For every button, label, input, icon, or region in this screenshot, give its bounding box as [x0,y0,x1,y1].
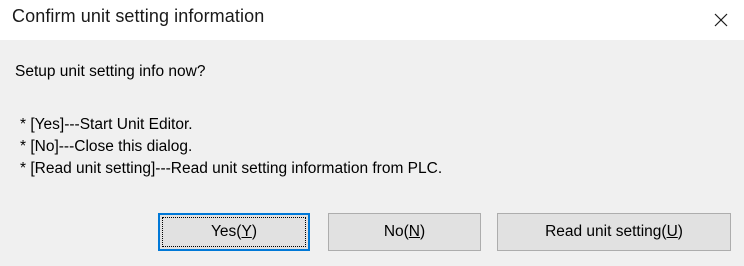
close-icon [713,12,729,28]
title-bar[interactable]: Confirm unit setting information [0,0,744,40]
read-unit-setting-button-label: Read unit setting(U) [545,223,683,240]
hint-yes: * [Yes]---Start Unit Editor. [20,116,193,133]
hint-read-unit-setting: * [Read unit setting]---Read unit settin… [20,160,443,177]
read-unit-setting-button[interactable]: Read unit setting(U) [497,213,731,251]
dialog-body: Setup unit setting info now? * [Yes]---S… [0,40,744,266]
question-text: Setup unit setting info now? [15,63,206,80]
confirm-dialog: Confirm unit setting information Setup u… [0,0,744,266]
hint-no: * [No]---Close this dialog. [20,138,193,155]
no-button[interactable]: No(N) [328,213,481,251]
no-button-label: No(N) [383,223,426,240]
dialog-title: Confirm unit setting information [12,6,265,26]
yes-button[interactable]: Yes(Y) [158,213,310,251]
yes-button-label: Yes(Y) [211,223,257,240]
close-button[interactable] [698,0,744,40]
